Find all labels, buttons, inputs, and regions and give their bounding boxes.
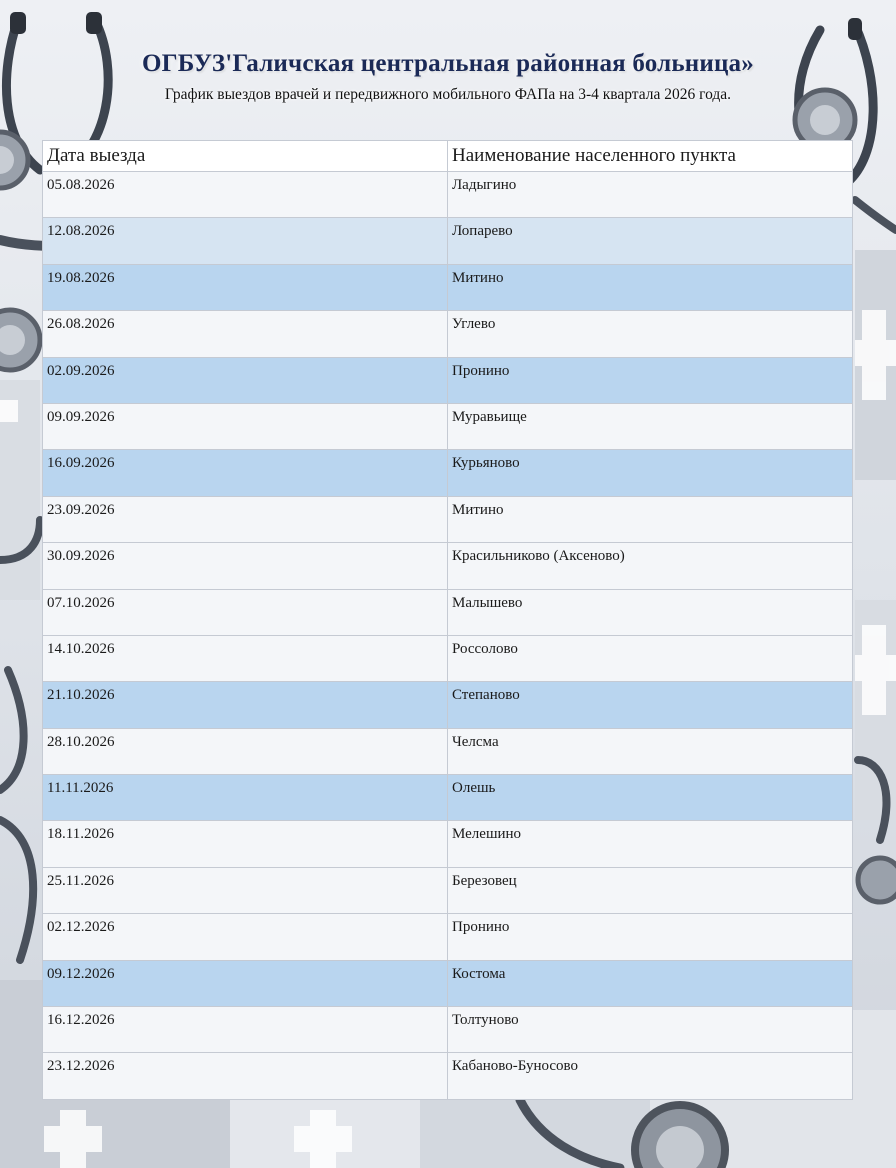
table-row: 26.08.2026 Углево xyxy=(42,310,853,358)
visit-date-cell: 09.09.2026 xyxy=(42,402,448,451)
visit-date-cell: 23.09.2026 xyxy=(42,495,448,544)
table-row: 25.11.2026 Березовец xyxy=(42,866,853,915)
visit-date-cell: 23.12.2026 xyxy=(42,1052,448,1100)
visit-date-cell: 18.11.2026 xyxy=(42,820,448,868)
table-row: 21.10.2026 Степаново xyxy=(42,681,853,729)
table-row: 02.09.2026 Пронино xyxy=(42,356,853,404)
visit-date-cell: 30.09.2026 xyxy=(42,542,448,590)
settlement-name-cell: Костома xyxy=(447,959,853,1008)
schedule-table: Дата выезда Наименование населенного пун… xyxy=(42,140,853,1100)
table-row: 30.09.2026 Красильниково (Аксеново) xyxy=(42,542,853,590)
visit-date-cell: 12.08.2026 xyxy=(42,217,448,265)
table-row: 11.11.2026 Олешь xyxy=(42,774,853,822)
settlement-name-cell: Митино xyxy=(447,263,853,312)
settlement-name-cell: Малышево xyxy=(447,588,853,636)
visit-date-cell: 14.10.2026 xyxy=(42,634,448,683)
visit-date-cell: 02.12.2026 xyxy=(42,913,448,961)
table-row: 16.12.2026 Толтуново xyxy=(42,1006,853,1054)
visit-date-cell: 21.10.2026 xyxy=(42,681,448,729)
document-subtitle: График выездов врачей и передвижного моб… xyxy=(164,86,732,103)
table-row: 09.12.2026 Костома xyxy=(42,959,853,1008)
settlement-name-cell: Степаново xyxy=(447,681,853,729)
settlement-name-cell: Толтуново xyxy=(447,1006,853,1054)
table-row: 16.09.2026 Курьяново xyxy=(42,449,853,497)
settlement-name-cell: Челсма xyxy=(447,727,853,776)
visit-date-cell: 26.08.2026 xyxy=(42,310,448,358)
settlement-name-cell: Пронино xyxy=(447,913,853,961)
table-row: 23.09.2026 Митино xyxy=(42,495,853,544)
settlement-name-cell: Олешь xyxy=(447,774,853,822)
settlement-name-cell: Мелешино xyxy=(447,820,853,868)
settlement-name-cell: Ладыгино xyxy=(447,170,853,219)
visit-date-cell: 16.09.2026 xyxy=(42,449,448,497)
visit-date-cell: 07.10.2026 xyxy=(42,588,448,636)
visit-date-cell: 09.12.2026 xyxy=(42,959,448,1008)
settlement-name-cell: Пронино xyxy=(447,356,853,404)
visit-date-cell: 05.08.2026 xyxy=(42,170,448,219)
table-row: 18.11.2026 Мелешино xyxy=(42,820,853,868)
settlement-name-cell: Россолово xyxy=(447,634,853,683)
settlement-name-cell: Березовец xyxy=(447,866,853,915)
visit-date-cell: 19.08.2026 xyxy=(42,263,448,312)
column-header-date: Дата выезда xyxy=(42,140,448,172)
visit-date-cell: 16.12.2026 xyxy=(42,1006,448,1054)
settlement-name-cell: Митино xyxy=(447,495,853,544)
table-row: 09.09.2026 Муравьище xyxy=(42,402,853,451)
table-row: 07.10.2026 Малышево xyxy=(42,588,853,636)
settlement-name-cell: Кабаново-Буносово xyxy=(447,1052,853,1100)
table-row: 19.08.2026 Митино xyxy=(42,263,853,312)
document-title: ОГБУЗ'Галичская центральная районная бол… xyxy=(142,50,754,77)
table-row: 28.10.2026 Челсма xyxy=(42,727,853,776)
visit-date-cell: 11.11.2026 xyxy=(42,774,448,822)
table-row: 23.12.2026 Кабаново-Буносово xyxy=(42,1052,853,1100)
table-row: 05.08.2026 Ладыгино xyxy=(42,170,853,219)
settlement-name-cell: Красильниково (Аксеново) xyxy=(447,542,853,590)
settlement-name-cell: Лопарево xyxy=(447,217,853,265)
visit-date-cell: 25.11.2026 xyxy=(42,866,448,915)
table-row: 02.12.2026 Пронино xyxy=(42,913,853,961)
table-header-row: Дата выезда Наименование населенного пун… xyxy=(42,140,853,172)
document-header: ОГБУЗ'Галичская центральная районная бол… xyxy=(0,0,896,104)
visit-date-cell: 02.09.2026 xyxy=(42,356,448,404)
settlement-name-cell: Углево xyxy=(447,310,853,358)
table-row: 14.10.2026 Россолово xyxy=(42,634,853,683)
settlement-name-cell: Муравьище xyxy=(447,402,853,451)
settlement-name-cell: Курьяново xyxy=(447,449,853,497)
column-header-place: Наименование населенного пункта xyxy=(447,140,853,172)
table-row: 12.08.2026 Лопарево xyxy=(42,217,853,265)
visit-date-cell: 28.10.2026 xyxy=(42,727,448,776)
